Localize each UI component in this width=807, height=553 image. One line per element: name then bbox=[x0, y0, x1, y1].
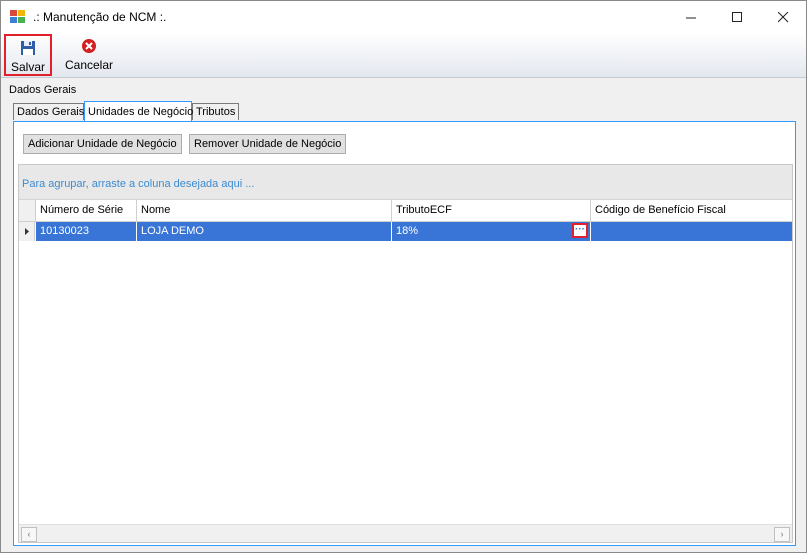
business-units-grid: Para agrupar, arraste a coluna desejada … bbox=[18, 164, 793, 543]
app-icon bbox=[10, 10, 26, 24]
cell-codigo-beneficio[interactable] bbox=[590, 222, 792, 241]
cell-nome[interactable]: LOJA DEMO bbox=[136, 222, 391, 241]
save-button[interactable]: Salvar bbox=[4, 34, 52, 76]
group-by-hint: Para agrupar, arraste a coluna desejada … bbox=[22, 178, 255, 190]
maximize-button[interactable] bbox=[714, 1, 760, 33]
row-pointer-icon bbox=[25, 228, 29, 235]
cancel-x-icon bbox=[82, 39, 96, 53]
minimize-icon bbox=[685, 17, 696, 18]
column-numero-serie[interactable]: Número de Série bbox=[35, 200, 136, 221]
toolbar: Salvar Cancelar bbox=[1, 33, 806, 78]
floppy-disk-icon bbox=[21, 41, 35, 55]
remove-business-unit-button[interactable]: Remover Unidade de Negócio bbox=[189, 134, 347, 154]
close-icon bbox=[777, 11, 788, 22]
save-label: Salvar bbox=[10, 60, 45, 74]
horizontal-scrollbar[interactable]: ‹ › bbox=[19, 524, 792, 542]
window-title: .: Manutenção de NCM :. bbox=[33, 10, 167, 24]
dados-gerais-panel: Dados Gerais Dados Gerais Unidades de Ne… bbox=[4, 81, 802, 549]
add-business-unit-button[interactable]: Adicionar Unidade de Negócio bbox=[23, 134, 182, 154]
column-nome[interactable]: Nome bbox=[136, 200, 391, 221]
tab-tributos[interactable]: Tributos bbox=[192, 103, 239, 120]
cancel-button[interactable]: Cancelar bbox=[63, 34, 115, 76]
scroll-left-button[interactable]: ‹ bbox=[21, 527, 37, 542]
cancel-label: Cancelar bbox=[64, 58, 114, 72]
tabpage-unidades-de-negocio: Adicionar Unidade de Negócio Remover Uni… bbox=[13, 121, 796, 546]
tab-dados-gerais[interactable]: Dados Gerais bbox=[13, 103, 84, 120]
ellipsis-icon[interactable]: ··· bbox=[572, 223, 588, 238]
window: .: Manutenção de NCM :. Salvar Cancelar … bbox=[0, 0, 807, 553]
cell-tributo-ecf[interactable]: 18% bbox=[391, 222, 590, 241]
column-codigo-beneficio[interactable]: Código de Benefício Fiscal bbox=[590, 200, 792, 221]
tab-unidades-de-negocio[interactable]: Unidades de Negócio bbox=[84, 101, 193, 121]
group-by-panel[interactable]: Para agrupar, arraste a coluna desejada … bbox=[19, 165, 792, 200]
panel-title: Dados Gerais bbox=[9, 84, 77, 96]
scroll-right-button[interactable]: › bbox=[774, 527, 790, 542]
row-indicator[interactable] bbox=[19, 222, 35, 241]
title-bar: .: Manutenção de NCM :. bbox=[1, 1, 806, 33]
close-button[interactable] bbox=[760, 1, 806, 33]
minimize-button[interactable] bbox=[668, 1, 714, 33]
header-indicator bbox=[19, 200, 35, 221]
table-row[interactable]: 10130023 LOJA DEMO 18% ··· bbox=[19, 222, 792, 241]
grid-header: Número de Série Nome TributoECF Código d… bbox=[19, 200, 792, 222]
maximize-icon bbox=[731, 11, 742, 22]
column-tributo-ecf[interactable]: TributoECF bbox=[391, 200, 590, 221]
cell-numero-serie[interactable]: 10130023 bbox=[35, 222, 136, 241]
